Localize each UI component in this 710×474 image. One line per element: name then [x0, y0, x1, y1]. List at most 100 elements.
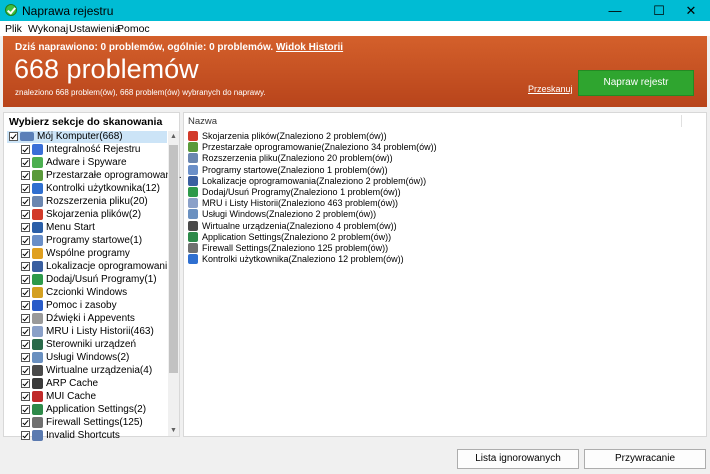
checkbox[interactable]: [21, 379, 30, 388]
ignored-list-button[interactable]: Lista ignorowanych: [457, 449, 579, 469]
tree-item-label: Kontrolki użytkownika(12): [46, 183, 160, 194]
result-label: Lokalizacje oprogramowania(Znaleziono 2 …: [202, 175, 427, 186]
result-label: Programy startowe(Znaleziono 1 problem(ó…: [202, 164, 388, 175]
sound-icon: [32, 313, 43, 324]
checkbox[interactable]: [21, 236, 30, 245]
tree-scrollbar[interactable]: ▲ ▼: [168, 131, 179, 436]
tree-item-label: Rozszerzenia pliku(20): [46, 196, 148, 207]
checkbox[interactable]: [21, 223, 30, 232]
shared-icon: [32, 248, 43, 259]
checkbox[interactable]: [21, 262, 30, 271]
checkbox[interactable]: [21, 210, 30, 219]
tree-item-label: MRU i Listy Historii(463): [46, 326, 154, 337]
shortcut-icon: [32, 430, 43, 441]
font-icon: [32, 287, 43, 298]
tree-item-label: Dźwięki i Appevents: [46, 313, 135, 324]
problem-subtitle: znaleziono 668 problem(ów), 668 problem(…: [15, 88, 266, 97]
scroll-up-icon[interactable]: ▲: [168, 131, 179, 142]
arp-icon: [32, 378, 43, 389]
scroll-thumb[interactable]: [169, 145, 178, 373]
checkbox[interactable]: [21, 431, 30, 440]
checkbox[interactable]: [21, 392, 30, 401]
result-label: Dodaj/Usuń Programy(Znaleziono 1 problem…: [202, 187, 401, 197]
title-bar: Naprawa rejestru — ☐ ✕: [0, 0, 710, 21]
summary-text: Dziś naprawiono: 0 problemów, ogólnie: 0…: [15, 42, 274, 53]
checkbox[interactable]: [9, 132, 18, 141]
result-label: Skojarzenia plików(Znaleziono 2 problem(…: [202, 131, 387, 141]
checkbox[interactable]: [21, 340, 30, 349]
startup-icon: [188, 164, 198, 175]
tree-item-label: Usługi Windows(2): [46, 352, 130, 363]
history-icon: [188, 198, 198, 209]
scroll-down-icon[interactable]: ▼: [168, 425, 179, 436]
tree-item-label: Czcionki Windows: [46, 287, 128, 298]
result-label: MRU i Listy Historii(Znaleziono 463 prob…: [202, 198, 399, 209]
mui-icon: [32, 391, 43, 402]
today-summary: Dziś naprawiono: 0 problemów, ogólnie: 0…: [15, 42, 343, 53]
checkbox[interactable]: [21, 418, 30, 427]
menu-wykonaj[interactable]: Wykonaj: [28, 23, 68, 35]
checkbox[interactable]: [21, 288, 30, 297]
checkbox[interactable]: [21, 405, 30, 414]
tree-item-label: Lokalizacje oprogramowani...: [46, 261, 176, 272]
controls-icon: [32, 183, 43, 194]
virtual-icon: [188, 220, 198, 231]
menu-plik[interactable]: Plik: [5, 23, 22, 35]
checkbox[interactable]: [21, 197, 30, 206]
menu-ustawienia[interactable]: Ustawienia: [69, 23, 120, 35]
controls-icon: [188, 254, 198, 265]
history-link[interactable]: Widok Historii: [276, 42, 343, 53]
checkbox[interactable]: [21, 353, 30, 362]
checkbox[interactable]: [21, 158, 30, 167]
trash-icon: [32, 170, 43, 181]
start-menu-icon: [32, 222, 43, 233]
folder-icon: [32, 261, 43, 272]
firewall-icon: [32, 417, 43, 428]
checkbox[interactable]: [21, 145, 30, 154]
add-remove-icon: [188, 187, 198, 197]
tree-item-label: Dodaj/Usuń Programy(1): [46, 274, 157, 285]
fix-registry-button[interactable]: Napraw rejestr: [578, 70, 694, 96]
tree-item-label: Pomoc i zasoby: [46, 300, 117, 311]
tree-item-label: Application Settings(2): [46, 404, 147, 415]
column-header-name[interactable]: Nazwa: [188, 116, 217, 127]
close-button[interactable]: ✕: [672, 0, 710, 21]
folder-icon: [188, 175, 198, 186]
status-header: Dziś naprawiono: 0 problemów, ogólnie: 0…: [3, 36, 707, 107]
tree-item-label: Menu Start: [46, 222, 95, 233]
checkbox[interactable]: [21, 171, 30, 180]
file-ext-icon: [188, 153, 198, 164]
result-label: Usługi Windows(Znaleziono 2 problem(ów)): [202, 209, 377, 220]
tree-item-label: Skojarzenia plików(2): [46, 209, 142, 220]
result-label: Rozszerzenia pliku(Znaleziono 20 problem…: [202, 153, 393, 164]
result-label: Kontrolki użytkownika(Znaleziono 12 prob…: [202, 254, 404, 265]
tree-item-label: MUI Cache: [46, 391, 97, 402]
services-icon: [188, 209, 198, 220]
driver-icon: [32, 339, 43, 350]
tree-item-label: ARP Cache: [46, 378, 99, 389]
menu-pomoc[interactable]: Pomoc: [117, 23, 150, 35]
shield-icon: [32, 157, 43, 168]
checkbox[interactable]: [21, 327, 30, 336]
section-tree-pane: Wybierz sekcje do skanowania Mój Kompute…: [3, 112, 182, 441]
tree-item-label: Adware i Spyware: [46, 157, 127, 168]
rescan-link[interactable]: Przeskanuj: [528, 84, 573, 94]
checkbox[interactable]: [21, 314, 30, 323]
checkbox[interactable]: [21, 184, 30, 193]
virtual-icon: [32, 365, 43, 376]
checkbox[interactable]: [21, 249, 30, 258]
restore-button[interactable]: Przywracanie: [584, 449, 706, 469]
file-ext-icon: [32, 196, 43, 207]
checkbox[interactable]: [21, 301, 30, 310]
checkbox[interactable]: [21, 366, 30, 375]
history-icon: [32, 326, 43, 337]
help-icon: [32, 300, 43, 311]
app-icon: [5, 4, 17, 16]
problem-count: 668 problemów: [14, 54, 199, 84]
tree-item-label: Wirtualne urządzenia(4): [46, 365, 153, 376]
minimize-button[interactable]: —: [596, 0, 634, 21]
result-label: Wirtualne urządzenia(Znaleziono 4 proble…: [202, 220, 397, 231]
startup-icon: [32, 235, 43, 246]
column-separator: [681, 115, 682, 127]
checkbox[interactable]: [21, 275, 30, 284]
